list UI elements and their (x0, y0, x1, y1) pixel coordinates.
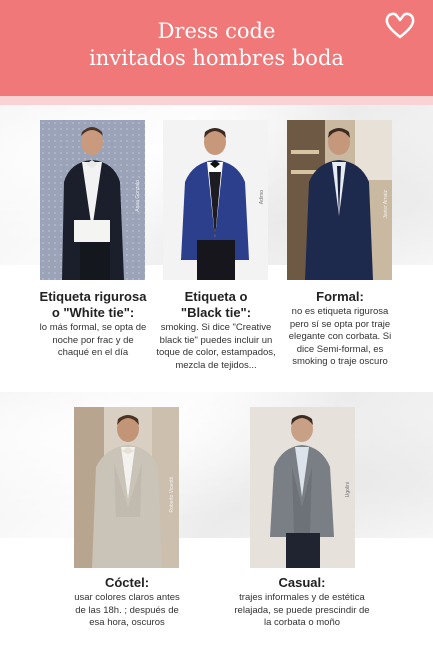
caption-description: usar colores claros antes de las 18h. ; … (74, 592, 180, 628)
photo-credit: Adimo (259, 190, 265, 205)
header-divider (0, 96, 433, 105)
photo-credit: Javier Arnaiz (383, 190, 389, 219)
caption-title: Cóctel: (104, 575, 150, 590)
caption-description: lo más formal, se opta de noche por frac… (39, 322, 147, 358)
caption-description: trajes informales y de estética relajada… (234, 592, 370, 628)
photo-black-tie: Adimo (163, 120, 268, 280)
photo-credit: Anaa Gonzalo (135, 180, 141, 212)
caption-white-tie: Etiqueta rigurosa o "White tie": lo más … (36, 289, 150, 360)
heart-outline-icon[interactable] (384, 10, 416, 40)
caption-title: Etiqueta rigurosa o "White tie": (39, 289, 147, 320)
title-line-1: Dress code (157, 19, 276, 43)
marble-background-bottom (0, 392, 433, 538)
photo-credit: Roberto Vicentti (169, 477, 175, 513)
photo-formal: Javier Arnaiz (287, 120, 392, 280)
caption-title: Etiqueta o "Black tie": (180, 289, 252, 320)
caption-coctel: Cóctel: usar colores claros antes de las… (68, 575, 186, 630)
caption-formal: Formal: no es etiqueta rigurosa pero sí … (282, 289, 398, 369)
caption-title: Formal: (316, 289, 364, 304)
caption-title: Casual: (278, 575, 326, 590)
page-title: Dress code invitados hombres boda (0, 18, 433, 72)
title-line-2: invitados hombres boda (89, 46, 344, 70)
photo-credit: Ugolini (345, 482, 351, 498)
caption-description: no es etiqueta rigurosa pero sí se opta … (288, 306, 392, 367)
photo-casual: Ugolini (250, 407, 355, 568)
caption-description: smoking. Si dice "Creative black tie" pu… (156, 322, 276, 371)
caption-casual: Casual: trajes informales y de estética … (234, 575, 370, 630)
photo-white-tie: Anaa Gonzalo (40, 120, 145, 280)
caption-black-tie: Etiqueta o "Black tie": smoking. Si dice… (154, 289, 278, 372)
photo-coctel: Roberto Vicentti (74, 407, 179, 568)
